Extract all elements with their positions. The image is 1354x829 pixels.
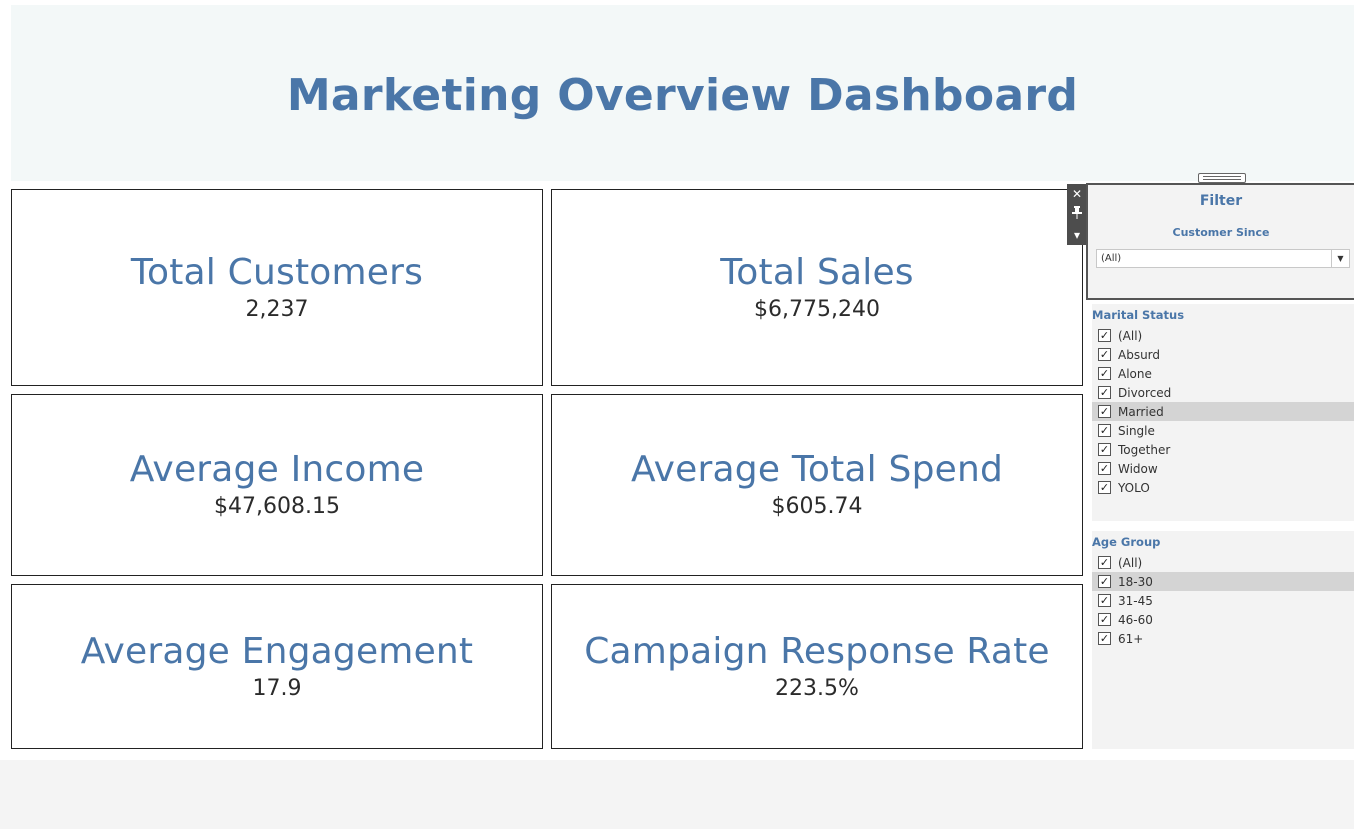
customer-since-selected: (All) <box>1101 253 1122 264</box>
marital-status-option-label: (All) <box>1118 328 1143 343</box>
age-group-option[interactable]: ✓ (All) <box>1092 553 1354 572</box>
marital-status-option-label: Alone <box>1118 366 1152 381</box>
marital-status-option-label: Divorced <box>1118 385 1172 400</box>
age-group-filter: Age Group ✓ (All) ✓ 18-30 ✓ 31-45 ✓ 46-60 ✓ 61+ <box>1092 531 1354 749</box>
kpi-card-total-sales[interactable]: Total Sales $6,775,240 <box>551 189 1083 386</box>
kpi-card-average-engagement[interactable]: Average Engagement 17.9 <box>11 584 543 749</box>
marital-status-option-label: Absurd <box>1118 347 1161 362</box>
marital-status-option-label: Widow <box>1118 461 1158 476</box>
age-group-option-label: 46-60 <box>1118 612 1153 627</box>
age-group-option[interactable]: ✓ 31-45 <box>1092 591 1354 610</box>
checkbox-icon[interactable]: ✓ <box>1098 462 1111 475</box>
age-group-option[interactable]: ✓ 18-30 <box>1092 572 1354 591</box>
checkbox-icon[interactable]: ✓ <box>1098 575 1111 588</box>
checkbox-icon[interactable]: ✓ <box>1098 613 1111 626</box>
dashboard-title: Marketing Overview Dashboard <box>286 69 1079 121</box>
checkbox-icon[interactable]: ✓ <box>1098 424 1111 437</box>
marital-status-option-label: Together <box>1118 442 1171 457</box>
drag-handle[interactable] <box>1198 173 1246 183</box>
chevron-down-icon[interactable]: ▼ <box>1331 250 1349 267</box>
kpi-label: Campaign Response Rate <box>584 630 1050 672</box>
age-group-option-label: 18-30 <box>1118 574 1153 589</box>
checkbox-icon[interactable]: ✓ <box>1098 556 1111 569</box>
checkbox-icon[interactable]: ✓ <box>1098 405 1111 418</box>
marital-status-option[interactable]: ✓ Together <box>1092 440 1354 459</box>
age-group-option-label: 61+ <box>1118 631 1144 646</box>
kpi-value: 17.9 <box>252 675 302 701</box>
checkbox-icon[interactable]: ✓ <box>1098 367 1111 380</box>
marital-status-option-label: Single <box>1118 423 1155 438</box>
checkbox-icon[interactable]: ✓ <box>1098 632 1111 645</box>
marital-status-option[interactable]: ✓ Single <box>1092 421 1354 440</box>
marital-status-option[interactable]: ✓ Widow <box>1092 459 1354 478</box>
kpi-card-campaign-response-rate[interactable]: Campaign Response Rate 223.5% <box>551 584 1083 749</box>
floating-toolbar: ✕ ▾ <box>1067 184 1087 245</box>
marital-status-option[interactable]: ✓ YOLO <box>1092 478 1354 497</box>
kpi-label: Average Engagement <box>80 630 474 672</box>
checkbox-icon[interactable]: ✓ <box>1098 348 1111 361</box>
dashboard-header: Marketing Overview Dashboard <box>11 5 1354 181</box>
marital-status-option[interactable]: ✓ Absurd <box>1092 345 1354 364</box>
kpi-value: 2,237 <box>245 296 309 322</box>
kpi-value: $605.74 <box>771 494 863 519</box>
marital-status-option[interactable]: ✓ (All) <box>1092 326 1354 345</box>
checkbox-icon[interactable]: ✓ <box>1098 386 1111 399</box>
kpi-value: $47,608.15 <box>214 494 340 519</box>
age-group-label: Age Group <box>1092 535 1161 549</box>
age-group-option-label: 31-45 <box>1118 593 1153 608</box>
marital-status-option-label: YOLO <box>1118 480 1150 495</box>
age-group-option[interactable]: ✓ 61+ <box>1092 629 1354 648</box>
filter-panel: Filter Customer Since (All) ▼ <box>1086 183 1354 300</box>
kpi-card-average-income[interactable]: Average Income $47,608.15 <box>11 394 543 576</box>
kpi-label: Average Total Spend <box>630 449 1004 490</box>
close-icon[interactable]: ✕ <box>1072 187 1082 201</box>
marital-status-option-label: Married <box>1118 404 1164 419</box>
marital-status-option[interactable]: ✓ Alone <box>1092 364 1354 383</box>
pin-icon[interactable] <box>1072 205 1082 223</box>
kpi-card-average-total-spend[interactable]: Average Total Spend $605.74 <box>551 394 1083 576</box>
filter-title: Filter <box>1199 193 1243 209</box>
kpi-label: Total Customers <box>130 251 424 293</box>
kpi-value: $6,775,240 <box>754 296 880 322</box>
age-group-option[interactable]: ✓ 46-60 <box>1092 610 1354 629</box>
kpi-label: Average Income <box>129 449 425 490</box>
marital-status-option[interactable]: ✓ Divorced <box>1092 383 1354 402</box>
checkbox-icon[interactable]: ✓ <box>1098 329 1111 342</box>
checkbox-icon[interactable]: ✓ <box>1098 594 1111 607</box>
dropdown-menu-icon[interactable]: ▾ <box>1074 228 1080 242</box>
marital-status-filter: Marital Status ✓ (All) ✓ Absurd ✓ Alone ✓ Divor… <box>1092 304 1354 521</box>
kpi-value: 223.5% <box>775 675 859 701</box>
kpi-card-total-customers[interactable]: Total Customers 2,237 <box>11 189 543 386</box>
marital-status-option[interactable]: ✓ Married <box>1092 402 1354 421</box>
age-group-option-label: (All) <box>1118 555 1143 570</box>
customer-since-dropdown[interactable]: (All) ▼ <box>1096 249 1350 268</box>
kpi-label: Total Sales <box>720 251 914 293</box>
customer-since-label: Customer Since <box>1172 226 1270 239</box>
dashboard-page: Marketing Overview Dashboard Total Custo… <box>0 0 1354 829</box>
checkbox-icon[interactable]: ✓ <box>1098 443 1111 456</box>
marital-status-label: Marital Status <box>1092 308 1185 322</box>
checkbox-icon[interactable]: ✓ <box>1098 481 1111 494</box>
